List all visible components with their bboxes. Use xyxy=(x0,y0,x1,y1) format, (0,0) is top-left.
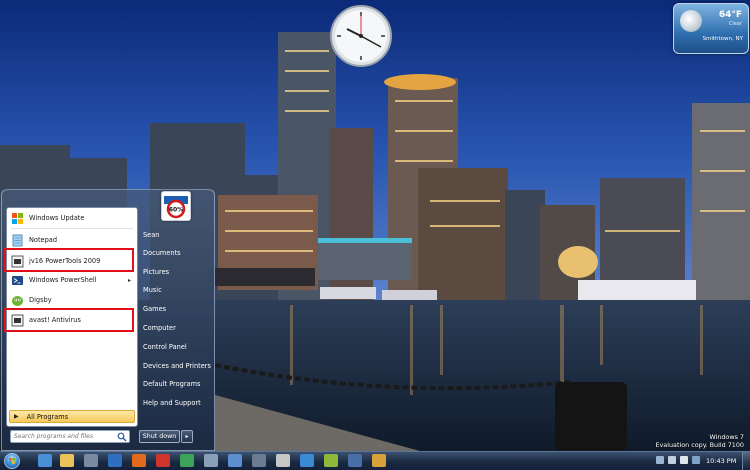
weather-condition: Clear xyxy=(728,21,742,27)
user-picture[interactable]: 60% xyxy=(161,191,191,221)
start-search-input[interactable] xyxy=(11,431,118,442)
program-label: jv16 PowerTools 2009 xyxy=(29,257,101,265)
submenu-arrow-icon: ▸ xyxy=(127,276,131,284)
jv16-icon xyxy=(11,255,24,267)
program-item-digsby[interactable]: Digsby xyxy=(9,291,135,309)
program-item-notepad[interactable]: Notepad xyxy=(9,231,135,249)
menu-item-default-programs[interactable]: Default Programs xyxy=(138,376,214,391)
menu-item-control-panel[interactable]: Control Panel xyxy=(138,339,214,354)
taskbar-app-icon[interactable] xyxy=(372,454,386,467)
all-programs-label: All Programs xyxy=(26,412,69,421)
menu-item-games[interactable]: Games xyxy=(138,301,214,316)
taskbar-app-icon[interactable] xyxy=(228,454,242,467)
program-label: Windows Update xyxy=(29,214,85,222)
avast-icon xyxy=(11,314,24,326)
notepad-icon xyxy=(12,234,23,246)
taskbar-app-icon[interactable] xyxy=(300,454,314,467)
menu-item-documents[interactable]: Documents xyxy=(138,245,214,260)
moon-icon xyxy=(680,10,702,32)
taskbar-app-icon[interactable] xyxy=(180,454,194,467)
start-menu: Windows Update Notepad jv16 PowerTools 2… xyxy=(1,189,215,451)
taskbar-app-icon[interactable] xyxy=(324,454,338,467)
taskbar-clock[interactable]: 10:43 PM xyxy=(706,457,736,465)
taskbar-app-icon[interactable] xyxy=(84,454,98,467)
taskbar-ie-icon[interactable] xyxy=(38,454,52,467)
tray-volume-icon[interactable] xyxy=(680,456,688,464)
program-item-windows-update[interactable]: Windows Update xyxy=(9,209,135,227)
tray-network-icon[interactable] xyxy=(656,456,664,464)
taskbar-firefox-icon[interactable] xyxy=(132,454,146,467)
program-label: Digsby xyxy=(29,296,52,304)
taskbar-app-icon[interactable] xyxy=(348,454,362,467)
clock-icon xyxy=(330,5,392,67)
show-desktop-button[interactable] xyxy=(742,452,750,470)
start-button[interactable] xyxy=(4,453,20,469)
shutdown-options-button[interactable]: ▸ xyxy=(181,430,193,443)
menu-item-music[interactable]: Music xyxy=(138,282,214,297)
program-item-avast-antivirus[interactable]: avast! Antivirus xyxy=(9,311,135,329)
speed-limit-sign-icon: 60% xyxy=(162,192,190,220)
program-item-jv16-powertools[interactable]: jv16 PowerTools 2009 xyxy=(9,252,135,270)
menu-item-pictures[interactable]: Pictures xyxy=(138,264,214,279)
weather-gadget[interactable]: 64°F Clear Smithtown, NY xyxy=(673,3,749,54)
shutdown-button[interactable]: Shut down xyxy=(139,430,180,443)
menu-item-computer[interactable]: Computer xyxy=(138,320,214,335)
taskbar: 10:43 PM xyxy=(0,451,750,470)
taskbar-app-icon[interactable] xyxy=(276,454,290,467)
watermark-line-build: Evaluation copy. Build 7100 xyxy=(655,441,744,449)
user-picture-text: 60% xyxy=(169,207,183,214)
taskbar-media-icon[interactable] xyxy=(108,454,122,467)
taskbar-app-icon[interactable] xyxy=(156,454,170,467)
menu-item-user[interactable]: Sean xyxy=(138,227,214,242)
program-label: Notepad xyxy=(29,236,58,244)
menu-item-help-and-support[interactable]: Help and Support xyxy=(138,395,214,410)
play-arrow-icon: ▶ xyxy=(14,413,19,420)
windows-logo-icon xyxy=(9,458,15,464)
windows-update-icon xyxy=(12,212,23,224)
search-icon[interactable] xyxy=(117,432,127,442)
digsby-icon xyxy=(12,295,23,306)
tray-flag-icon[interactable] xyxy=(668,456,676,464)
weather-location: Smithtown, NY xyxy=(702,36,744,42)
all-programs-button[interactable]: ▶ All Programs xyxy=(9,410,135,423)
windows-watermark: Windows 7 Evaluation copy. Build 7100 xyxy=(655,433,744,449)
start-menu-programs-pane: Windows Update Notepad jv16 PowerTools 2… xyxy=(6,207,138,427)
menu-divider xyxy=(11,228,133,229)
taskbar-explorer-icon[interactable] xyxy=(60,454,74,467)
watermark-line-os: Windows 7 xyxy=(709,433,744,441)
program-label: Windows PowerShell xyxy=(29,276,97,284)
menu-item-devices-and-printers[interactable]: Devices and Printers xyxy=(138,358,214,373)
taskbar-app-icon[interactable] xyxy=(204,454,218,467)
clock-gadget[interactable] xyxy=(329,4,393,68)
powershell-icon xyxy=(12,275,23,285)
weather-temperature: 64°F xyxy=(718,10,742,20)
tray-app-icon[interactable] xyxy=(692,456,700,464)
start-search-box[interactable] xyxy=(10,430,130,443)
program-label: avast! Antivirus xyxy=(29,316,81,324)
program-item-windows-powershell[interactable]: Windows PowerShell ▸ xyxy=(9,271,135,289)
taskbar-app-icon[interactable] xyxy=(252,454,266,467)
